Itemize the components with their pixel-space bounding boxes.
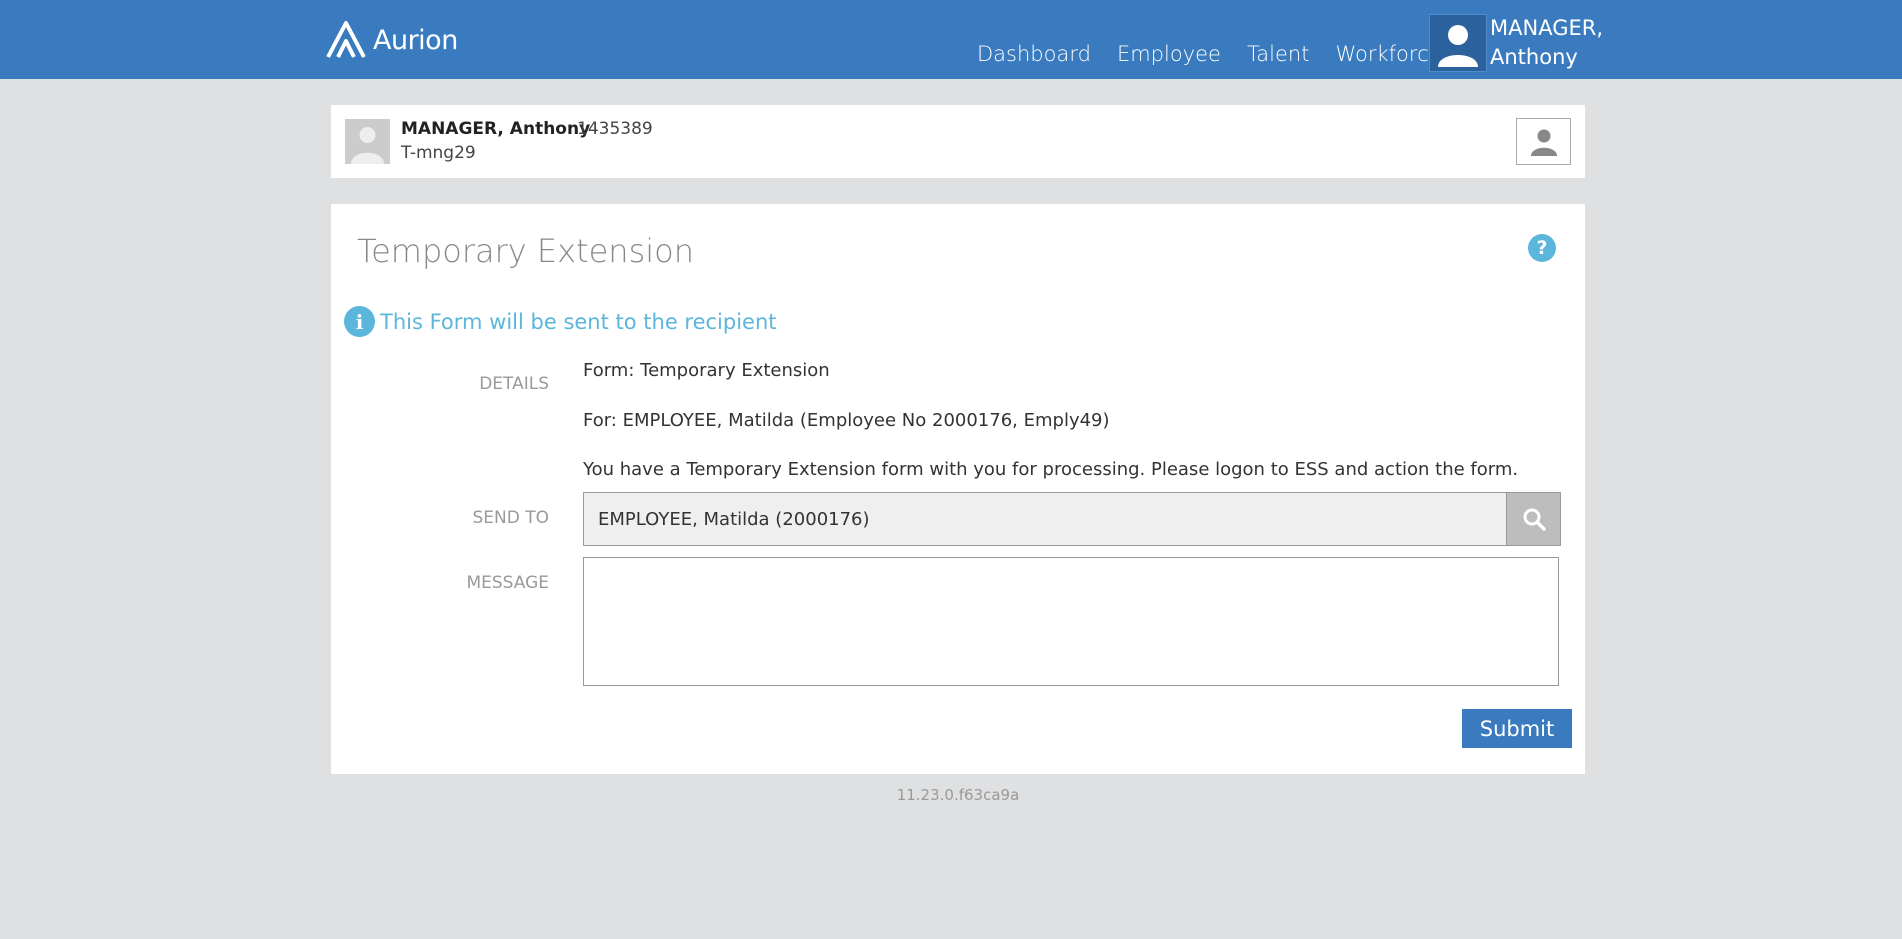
nav-employee[interactable]: Employee [1117, 42, 1221, 66]
message-label: MESSAGE [466, 573, 549, 593]
user-name-line1: MANAGER, [1490, 16, 1603, 40]
info-icon: i [344, 306, 375, 337]
person-icon [1530, 129, 1557, 156]
info-text: This Form will be sent to the recipient [380, 309, 777, 334]
employee-name: MANAGER, Anthony [401, 119, 591, 139]
user-menu[interactable]: MANAGER, Anthony [1490, 14, 1603, 72]
aurion-logo-icon [326, 21, 366, 58]
nav-talent[interactable]: Talent [1247, 42, 1310, 66]
send-to-field: EMPLOYEE, Matilda (2000176) [583, 492, 1561, 546]
employee-avatar [345, 119, 390, 164]
brand-name: Aurion [373, 24, 458, 56]
detail-form: Form: Temporary Extension [583, 360, 830, 381]
user-avatar-icon [1438, 25, 1478, 67]
submit-button[interactable]: Submit [1462, 709, 1572, 748]
send-to-input[interactable]: EMPLOYEE, Matilda (2000176) [584, 493, 1506, 545]
info-banner: i This Form will be sent to the recipien… [344, 306, 777, 337]
main-nav: Dashboard Employee Talent Workforce [977, 42, 1468, 66]
person-icon [351, 127, 384, 164]
recipient-search-button[interactable] [1506, 493, 1560, 545]
user-avatar[interactable] [1429, 14, 1487, 72]
form-panel: Temporary Extension ? i This Form will b… [331, 204, 1585, 774]
logo[interactable]: Aurion [325, 18, 458, 62]
nav-dashboard[interactable]: Dashboard [977, 42, 1091, 66]
employee-card: MANAGER, Anthony 1435389 T-mng29 [331, 105, 1585, 178]
version-label: 11.23.0.f63ca9a [896, 786, 1020, 804]
message-textarea[interactable] [583, 557, 1559, 686]
detail-instruction: You have a Temporary Extension form with… [583, 459, 1519, 480]
help-icon[interactable]: ? [1528, 234, 1556, 262]
send-to-label: SEND TO [472, 508, 549, 528]
user-name-line2: Anthony [1490, 45, 1578, 69]
employee-number: 1435389 [577, 119, 653, 139]
nav-workforce[interactable]: Workforce [1335, 42, 1441, 66]
page-title: Temporary Extension [357, 232, 694, 270]
details-label: DETAILS [479, 374, 549, 394]
detail-for: For: EMPLOYEE, Matilda (Employee No 2000… [583, 410, 1110, 431]
search-icon [1523, 508, 1546, 531]
employee-id: T-mng29 [401, 143, 476, 163]
employee-profile-button[interactable] [1516, 118, 1571, 165]
top-bar: Aurion Dashboard Employee Talent Workfor… [0, 0, 1902, 79]
